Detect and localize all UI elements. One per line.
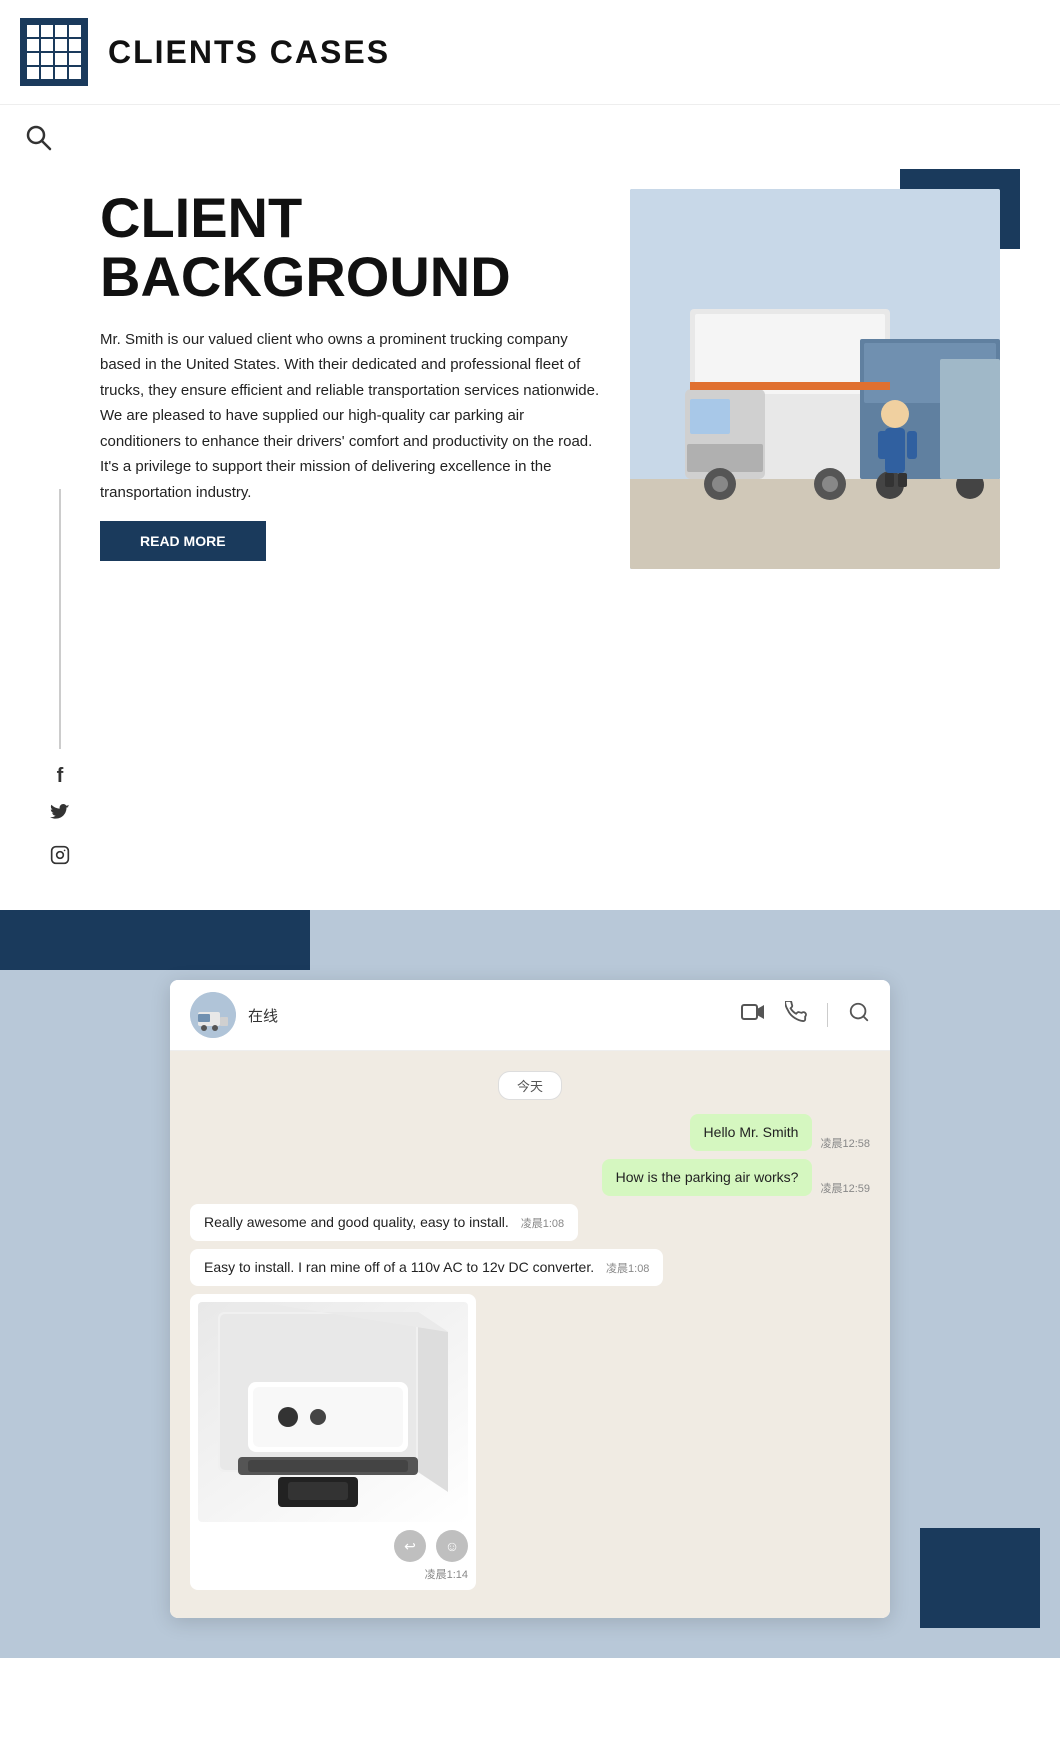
chat-accent-top [0, 910, 310, 970]
message-row: Hello Mr. Smith 凌晨12:58 [190, 1114, 870, 1151]
client-section: CLIENT BACKGROUND Mr. Smith is our value… [100, 189, 1000, 569]
search-bar [0, 105, 1060, 169]
emoji-icon[interactable]: ☺ [436, 1530, 468, 1562]
message-row: How is the parking air works? 凌晨12:59 [190, 1159, 870, 1196]
reply-icon[interactable]: ↩ [394, 1530, 426, 1562]
online-status: 在线 [248, 1008, 278, 1025]
phone-icon[interactable] [785, 1001, 807, 1029]
message-row: Easy to install. I ran mine off of a 110… [190, 1249, 870, 1286]
search-chat-icon[interactable] [848, 1001, 870, 1029]
chat-header-icons [741, 1001, 870, 1029]
avatar [190, 992, 236, 1038]
chat-action-icons: ↩ ☺ [198, 1530, 468, 1562]
chat-messages: 今天 Hello Mr. Smith 凌晨12:58 How is the pa… [170, 1051, 890, 1618]
video-call-icon[interactable] [741, 1002, 765, 1028]
message-bubble: How is the parking air works? [602, 1159, 813, 1196]
message-bubble: Hello Mr. Smith [690, 1114, 813, 1151]
message-row: Really awesome and good quality, easy to… [190, 1204, 870, 1241]
client-image [630, 189, 1000, 569]
twitter-icon[interactable] [50, 804, 70, 829]
client-description: Mr. Smith is our valued client who owns … [100, 327, 600, 506]
chat-date: 今天 [190, 1071, 870, 1100]
message-time: 凌晨1:08 [606, 1263, 649, 1275]
client-text: CLIENT BACKGROUND Mr. Smith is our value… [100, 189, 600, 569]
message-text: Hello Mr. Smith [704, 1124, 799, 1140]
message-text: How is the parking air works? [616, 1169, 799, 1185]
chat-divider [827, 1003, 828, 1027]
message-time: 凌晨1:08 [521, 1218, 564, 1230]
header: CLIENTS CASES [0, 0, 1060, 105]
message-bubble: Easy to install. I ran mine off of a 110… [190, 1249, 663, 1286]
message-time: 凌晨12:59 [820, 1180, 870, 1196]
read-more-button[interactable]: READ MORE [100, 521, 266, 561]
chat-window: 在线 [170, 980, 890, 1618]
logo-grid [27, 25, 81, 79]
chat-online-info: 在线 [248, 1005, 741, 1026]
chat-header: 在线 [170, 980, 890, 1051]
truck-image [630, 189, 1000, 569]
left-sidebar: f [40, 189, 80, 870]
facebook-icon[interactable]: f [57, 765, 64, 788]
message-bubble: Really awesome and good quality, easy to… [190, 1204, 578, 1241]
image-time: 凌晨1:14 [198, 1566, 468, 1582]
chat-section: 在线 [0, 910, 1060, 1658]
logo [20, 18, 88, 86]
main-content: f CLIENT BACKGROUND Mr. Smith is our val… [0, 169, 1060, 890]
content-area: CLIENT BACKGROUND Mr. Smith is our value… [80, 189, 1000, 870]
search-icon[interactable] [20, 119, 56, 155]
image-message-row: ↩ ☺ 凌晨1:14 [190, 1294, 870, 1590]
page-title: CLIENTS CASES [108, 34, 390, 71]
date-badge: 今天 [498, 1071, 562, 1100]
image-bubble: ↩ ☺ 凌晨1:14 [190, 1294, 476, 1590]
message-text: Easy to install. I ran mine off of a 110… [204, 1259, 594, 1275]
product-image [198, 1302, 468, 1522]
client-heading: CLIENT BACKGROUND [100, 189, 600, 307]
instagram-icon[interactable] [50, 845, 70, 870]
sidebar-line [59, 489, 61, 749]
message-text: Really awesome and good quality, easy to… [204, 1214, 509, 1230]
chat-accent-bottom [920, 1528, 1040, 1628]
message-time: 凌晨12:58 [820, 1135, 870, 1151]
